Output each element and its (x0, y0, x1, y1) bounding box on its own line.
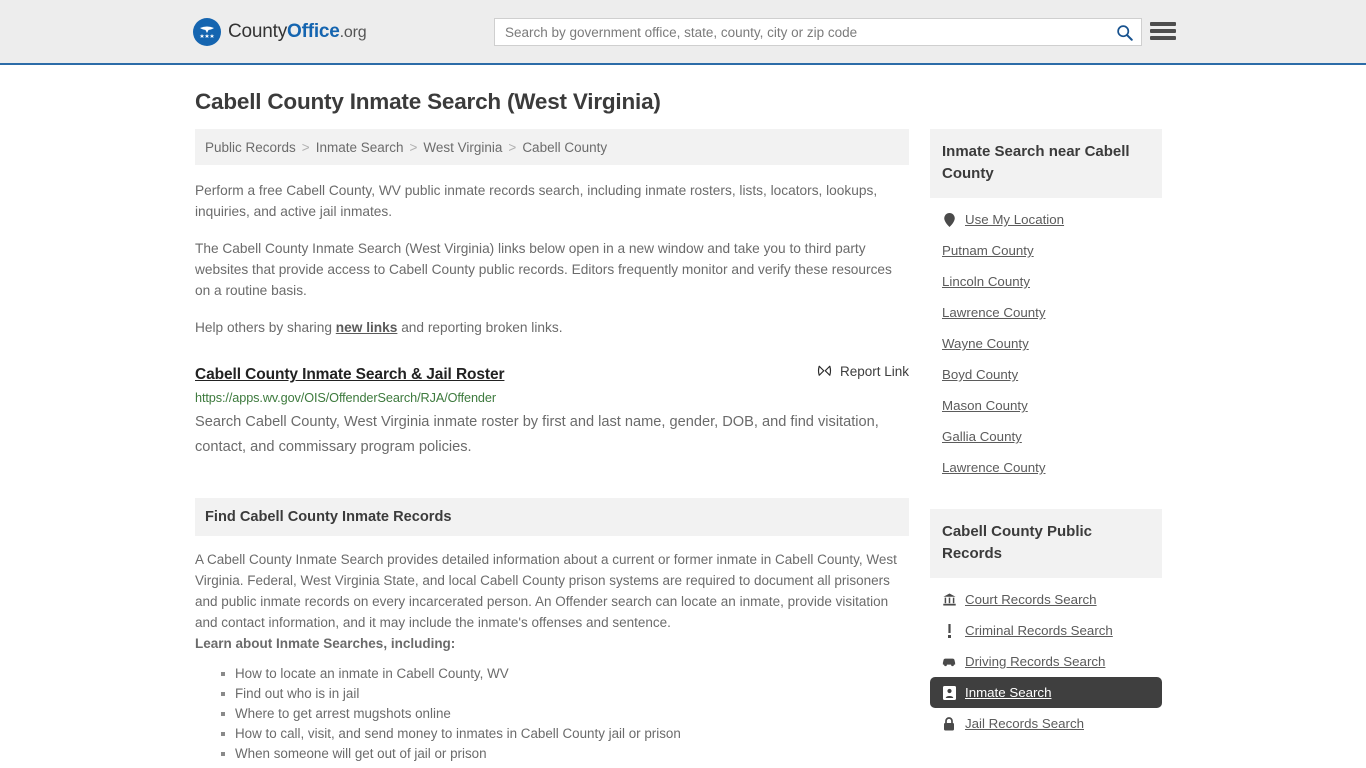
sidebar-item-label: Lawrence County (942, 305, 1046, 320)
intro-paragraph-1: Perform a free Cabell County, WV public … (195, 183, 878, 219)
list-item: When someone will get out of jail or pri… (221, 744, 909, 764)
sidebar-nearby-links: Use My Location Putnam County Lincoln Co… (930, 198, 1162, 483)
sidebar-item-inmate-search[interactable]: Inmate Search (930, 677, 1162, 708)
sidebar-item-label: Driving Records Search (965, 654, 1106, 669)
report-link-button[interactable]: Report Link (817, 364, 909, 379)
search-button[interactable] (1107, 19, 1141, 45)
sidebar-item-lawrence-county[interactable]: Lawrence County (930, 297, 1162, 328)
learn-about-heading: Learn about Inmate Searches, including: (195, 636, 456, 651)
breadcrumb-separator: > (508, 139, 517, 155)
result-url: https://apps.wv.gov/OIS/OffenderSearch/R… (195, 391, 496, 405)
hamburger-bar (1150, 29, 1176, 33)
page-container: Cabell County Inmate Search (West Virgin… (0, 89, 1366, 764)
sidebar-item-label: Criminal Records Search (965, 623, 1113, 638)
sidebar-item-criminal-records-search[interactable]: Criminal Records Search (930, 615, 1162, 646)
logo-text-office: Office (287, 20, 340, 42)
breadcrumb-item-public-records[interactable]: Public Records (205, 140, 296, 155)
search-icon (1116, 24, 1133, 41)
breadcrumb: Public Records > Inmate Search > West Vi… (195, 129, 909, 165)
intro3-post-text: and reporting broken links. (397, 320, 563, 335)
report-link-label: Report Link (839, 364, 909, 379)
sidebar-item-putnam-county[interactable]: Putnam County (930, 235, 1162, 266)
logo-text-org: .org (339, 23, 367, 41)
car-icon (942, 656, 956, 667)
breadcrumb-item-west-virginia[interactable]: West Virginia (423, 140, 502, 155)
find-records-body-text: A Cabell County Inmate Search provides d… (195, 552, 897, 630)
broken-link-icon (817, 365, 832, 376)
sidebar-item-label: Inmate Search (965, 685, 1052, 700)
exclamation-icon (942, 623, 956, 638)
sidebar-item-wayne-county[interactable]: Wayne County (930, 328, 1162, 359)
page-title: Cabell County Inmate Search (West Virgin… (195, 89, 661, 114)
hamburger-bar (1150, 22, 1176, 26)
sidebar-item-gallia-county[interactable]: Gallia County (930, 421, 1162, 452)
sidebar-item-lincoln-county[interactable]: Lincoln County (930, 266, 1162, 297)
sidebar-item-label: Jail Records Search (965, 716, 1084, 731)
sidebar-item-label: Gallia County (942, 429, 1022, 444)
list-item: How to call, visit, and send money to in… (221, 724, 909, 744)
sidebar-item-label: Use My Location (965, 212, 1065, 227)
id-card-icon (942, 685, 956, 700)
sidebar-item-label: Lincoln County (942, 274, 1030, 289)
search-bar (494, 18, 1142, 46)
sidebar-records-heading: Cabell County Public Records (930, 509, 1162, 578)
result-title-link[interactable]: Cabell County Inmate Search & Jail Roste… (195, 366, 505, 384)
intro-paragraph-2: The Cabell County Inmate Search (West Vi… (195, 241, 892, 298)
site-logo-text: CountyOffice.org (228, 20, 367, 43)
main-column: Public Records > Inmate Search > West Vi… (195, 129, 909, 764)
sidebar-item-driving-records-search[interactable]: Driving Records Search (930, 646, 1162, 677)
find-records-panel-heading: Find Cabell County Inmate Records (195, 498, 909, 536)
hamburger-bar (1150, 36, 1176, 40)
sidebar-item-court-records-search[interactable]: Court Records Search (930, 584, 1162, 615)
sidebar-item-label: Mason County (942, 398, 1028, 413)
sidebar-panel-nearby: Inmate Search near Cabell County Use My … (930, 129, 1162, 483)
learn-about-list: How to locate an inmate in Cabell County… (195, 664, 909, 764)
list-item: How to locate an inmate in Cabell County… (221, 664, 909, 684)
sidebar-item-label: Court Records Search (965, 592, 1097, 607)
sidebar-item-use-my-location[interactable]: Use My Location (930, 204, 1162, 235)
sidebar-panel-public-records: Cabell County Public Records Court Recor… (930, 509, 1162, 739)
map-pin-icon (942, 212, 956, 227)
find-records-panel-body: A Cabell County Inmate Search provides d… (195, 536, 909, 764)
sidebar-item-mason-county[interactable]: Mason County (930, 390, 1162, 421)
sidebar-records-links: Court Records Search Criminal Records Se… (930, 578, 1162, 739)
breadcrumb-separator: > (409, 139, 418, 155)
sidebar-item-label: Lawrence County (942, 460, 1046, 475)
list-item: Where to get arrest mugshots online (221, 704, 909, 724)
search-result-item: Cabell County Inmate Search & Jail Roste… (195, 364, 909, 460)
sidebar-item-label: Putnam County (942, 243, 1034, 258)
list-item: Find out who is in jail (221, 684, 909, 704)
eagle-shield-icon (193, 17, 221, 46)
sidebar-item-jail-records-search[interactable]: Jail Records Search (930, 708, 1162, 739)
result-header: Cabell County Inmate Search & Jail Roste… (195, 364, 909, 384)
sidebar-item-lawrence-county-2[interactable]: Lawrence County (930, 452, 1162, 483)
intro-paragraph-3: Help others by sharing new links and rep… (195, 317, 909, 338)
result-description: Search Cabell County, West Virginia inma… (195, 414, 879, 455)
courthouse-icon (942, 593, 956, 606)
hamburger-menu-icon[interactable] (1150, 20, 1176, 42)
site-logo[interactable]: CountyOffice.org (193, 17, 367, 46)
sidebar-item-boyd-county[interactable]: Boyd County (930, 359, 1162, 390)
logo-text-county: County (228, 20, 288, 42)
breadcrumb-separator: > (301, 139, 310, 155)
sidebar-nearby-heading: Inmate Search near Cabell County (930, 129, 1162, 198)
sidebar-item-label: Boyd County (942, 367, 1019, 382)
breadcrumb-item-inmate-search[interactable]: Inmate Search (316, 140, 404, 155)
search-input[interactable] (495, 19, 1107, 45)
intro3-pre-text: Help others by sharing (195, 320, 336, 335)
site-header: CountyOffice.org (0, 0, 1366, 65)
sidebar-item-label: Wayne County (942, 336, 1029, 351)
content-row: Public Records > Inmate Search > West Vi… (195, 129, 1171, 764)
breadcrumb-item-cabell-county[interactable]: Cabell County (522, 140, 607, 155)
lock-icon (942, 716, 956, 731)
sidebar: Inmate Search near Cabell County Use My … (930, 129, 1162, 739)
new-links-link[interactable]: new links (336, 320, 398, 335)
